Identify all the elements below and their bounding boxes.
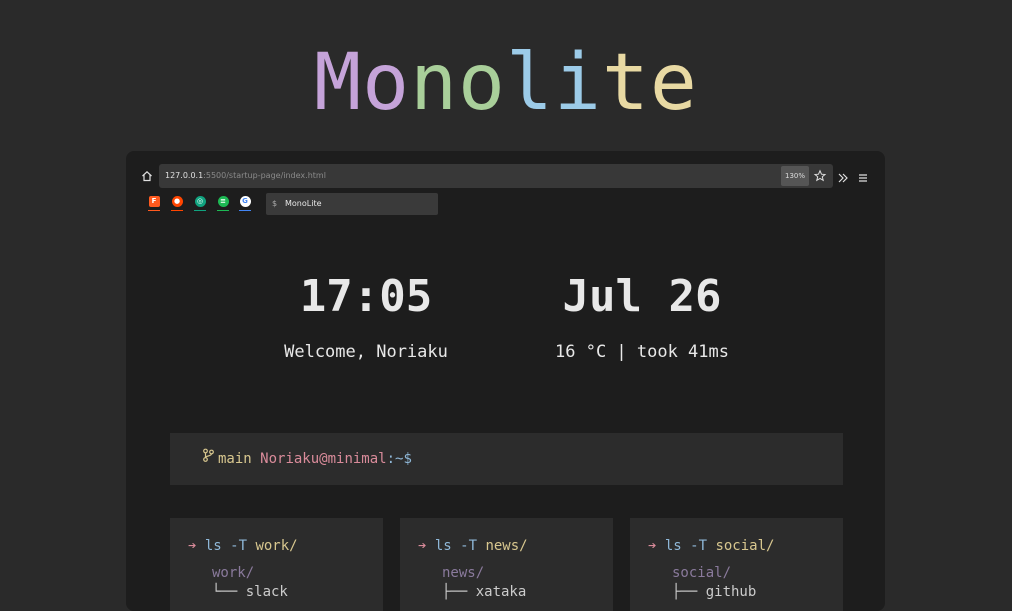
date: Jul 26 (562, 271, 722, 322)
bookmarks-toolbar: $ MonoLite F ● ◎ ≡ G (126, 193, 885, 215)
browser-window: 127.0.0.1:5500/startup-page/index.html 1… (126, 151, 885, 611)
command-target: news/ (485, 538, 528, 554)
folder-card[interactable]: ➔ ls -T social/social/ ├── github (630, 518, 843, 611)
command-text: ls -T (204, 538, 256, 554)
zoom-level-button[interactable]: 130% (781, 166, 809, 186)
arrow-icon: ➔ (188, 538, 205, 554)
spotify-icon[interactable]: ≡ (216, 196, 230, 212)
prompt-path: :~$ (386, 451, 412, 467)
weather-status: 16 °C | took 41ms (555, 342, 729, 362)
clock: 17:05 (299, 271, 433, 322)
hero-title-letter: e (649, 38, 698, 128)
command-text: ls -T (434, 538, 486, 554)
star-icon[interactable] (813, 169, 827, 183)
link-entry[interactable]: ├── xataka (442, 583, 526, 601)
hero-title-letter: n (410, 38, 459, 128)
url-host: 127.0.0.1 (165, 171, 204, 180)
directory-label: news/ (442, 565, 485, 581)
hero-title-letter: o (458, 38, 506, 128)
url-path: :5500/startup-page/index.html (203, 171, 326, 180)
url-text[interactable]: 127.0.0.1:5500/startup-page/index.html (165, 164, 326, 188)
git-branch-icon (202, 432, 215, 484)
command-target: social/ (715, 538, 775, 554)
directory-label: social/ (672, 565, 732, 581)
terminal-prompt[interactable]: main Noriaku@minimal:~$ (170, 433, 843, 485)
prompt-user-host: Noriaku@minimal (260, 451, 387, 467)
reddit-icon[interactable]: ● (170, 196, 184, 212)
hero-title-letter: t (601, 38, 650, 128)
terminal-icon: $ (272, 199, 278, 208)
directory-label: work/ (212, 565, 255, 581)
card-command: ➔ ls -T news/ (418, 536, 528, 556)
tab-label: MonoLite (285, 199, 322, 208)
command-target: work/ (255, 538, 298, 554)
command-text: ls -T (664, 538, 716, 554)
google-icon[interactable]: G (238, 196, 252, 212)
arrow-icon: ➔ (418, 538, 435, 554)
folder-card[interactable]: ➔ ls -T work/work/ └── slack (170, 518, 383, 611)
hero-title-letter: l (506, 38, 554, 128)
link-entry[interactable]: ├── github (672, 583, 756, 601)
chatgpt-icon[interactable]: ◎ (193, 196, 207, 212)
home-icon[interactable] (139, 168, 155, 184)
card-command: ➔ ls -T social/ (648, 536, 774, 556)
navigation-toolbar: 127.0.0.1:5500/startup-page/index.html 1… (126, 163, 885, 189)
chevron-double-right-icon[interactable] (837, 169, 849, 183)
arrow-icon: ➔ (648, 538, 665, 554)
hero-title-letter: i (553, 38, 602, 128)
folder-card[interactable]: ➔ ls -T news/news/ ├── xataka (400, 518, 613, 611)
address-bar[interactable]: 127.0.0.1:5500/startup-page/index.html 1… (159, 164, 833, 188)
hero-title: Monolite (0, 38, 1012, 128)
link-entry[interactable]: └── slack (212, 583, 288, 601)
hero-title-letter: o (362, 38, 411, 128)
card-command: ➔ ls -T work/ (188, 536, 298, 556)
git-branch-name: main (218, 451, 252, 467)
welcome-message: Welcome, Noriaku (284, 342, 448, 362)
tab-monolite[interactable]: $ MonoLite (266, 193, 438, 215)
hamburger-menu-icon[interactable] (857, 169, 869, 182)
hero-title-letter: M (314, 38, 363, 128)
firefox-relay-icon[interactable]: F (147, 196, 161, 212)
